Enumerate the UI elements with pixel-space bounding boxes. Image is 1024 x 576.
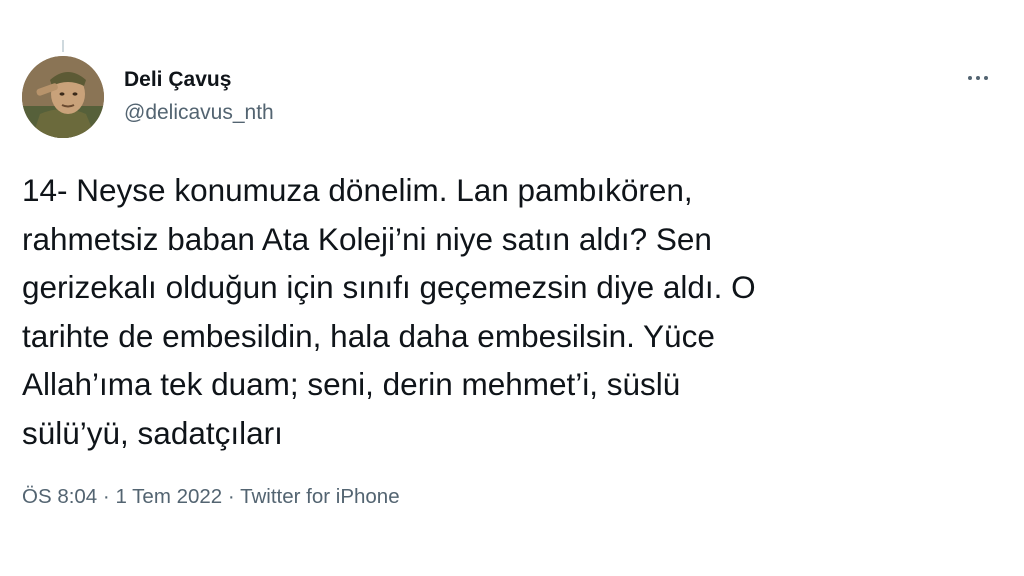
meta-separator: · [227, 485, 235, 508]
avatar-image [22, 56, 104, 138]
thread-connector-line [62, 40, 64, 52]
tweet-source[interactable]: Twitter for iPhone [240, 485, 400, 508]
more-options-button[interactable] [958, 64, 998, 92]
tweet-date[interactable]: 1 Tem 2022 [115, 485, 222, 508]
author-handle[interactable]: @delicavus_nth [124, 101, 274, 125]
tweet-time[interactable]: ÖS 8:04 [22, 485, 97, 508]
tweet-metadata: ÖS 8:04 · 1 Tem 2022 · Twitter for iPhon… [22, 485, 400, 509]
tweet-card: Deli Çavuş @delicavus_nth 14- Neyse konu… [0, 0, 1024, 576]
more-horizontal-icon [966, 76, 990, 80]
avatar[interactable] [22, 56, 104, 138]
author-name[interactable]: Deli Çavuş [124, 68, 231, 92]
meta-separator: · [102, 485, 110, 508]
tweet-text: 14- Neyse konumuza dönelim. Lan pambıkör… [22, 172, 756, 451]
